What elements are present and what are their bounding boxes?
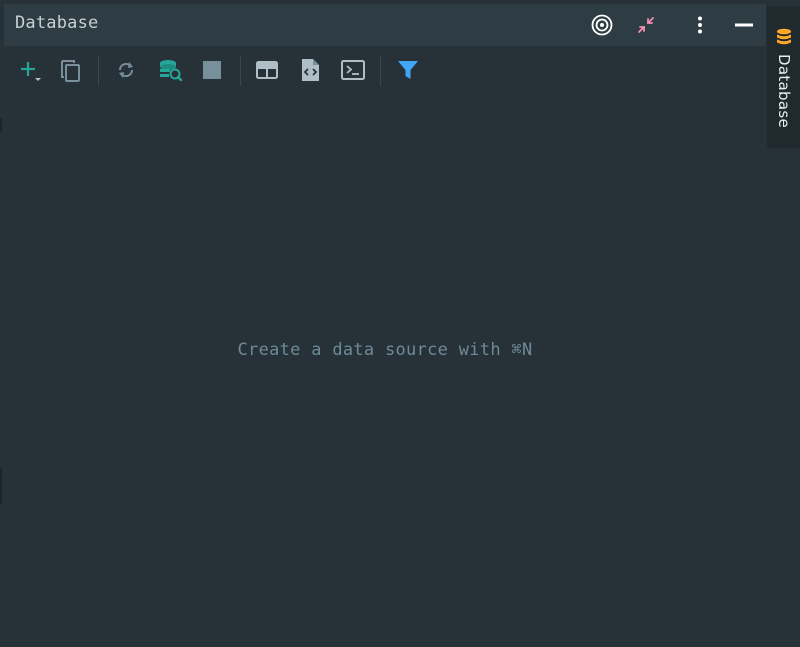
toolbar-separator bbox=[240, 56, 241, 86]
tool-window-header: Database bbox=[4, 4, 766, 46]
ddl-button[interactable] bbox=[296, 56, 324, 84]
left-edge-marker bbox=[0, 468, 2, 504]
right-tool-stripe: Database bbox=[766, 0, 800, 647]
filter-icon bbox=[398, 61, 418, 79]
database-tool-window: Database Create a data source with ⌘N bbox=[4, 0, 766, 647]
copy-icon bbox=[61, 60, 80, 82]
tool-window-title: Database bbox=[15, 13, 99, 33]
table-editor-button[interactable] bbox=[253, 56, 281, 84]
collapse-arrows-icon bbox=[638, 17, 654, 33]
target-icon bbox=[591, 14, 613, 36]
new-data-source-button[interactable] bbox=[16, 56, 44, 84]
refresh-button[interactable] bbox=[112, 56, 140, 84]
locate-button[interactable] bbox=[590, 13, 614, 37]
database-stripe-label: Database bbox=[775, 54, 793, 128]
stop-button[interactable] bbox=[198, 56, 226, 84]
database-toolbar bbox=[4, 50, 766, 90]
refresh-icon bbox=[118, 62, 134, 78]
toolbar-separator bbox=[380, 56, 381, 86]
table-icon bbox=[256, 61, 278, 79]
stop-icon bbox=[203, 61, 221, 79]
ddl-file-icon bbox=[302, 59, 319, 81]
plus-dropdown-icon bbox=[21, 62, 41, 81]
console-icon bbox=[341, 60, 365, 80]
database-stripe-button[interactable]: Database bbox=[767, 6, 800, 148]
database-ide-window: Database Create a data source with ⌘N Da… bbox=[0, 0, 800, 647]
toolbar-separator bbox=[98, 56, 99, 86]
collapse-all-button[interactable] bbox=[634, 13, 658, 37]
left-edge-marker bbox=[0, 118, 2, 132]
database-icon bbox=[777, 28, 791, 45]
duplicate-button[interactable] bbox=[57, 56, 85, 84]
filter-button[interactable] bbox=[394, 56, 422, 84]
database-search-icon bbox=[160, 60, 183, 82]
options-button[interactable] bbox=[688, 13, 712, 37]
minimize-icon bbox=[735, 23, 753, 27]
hide-button[interactable] bbox=[732, 13, 756, 37]
schema-search-button[interactable] bbox=[156, 56, 184, 84]
console-button[interactable] bbox=[339, 56, 367, 84]
more-vertical-icon bbox=[698, 16, 702, 34]
empty-state-message: Create a data source with ⌘N bbox=[237, 340, 533, 360]
